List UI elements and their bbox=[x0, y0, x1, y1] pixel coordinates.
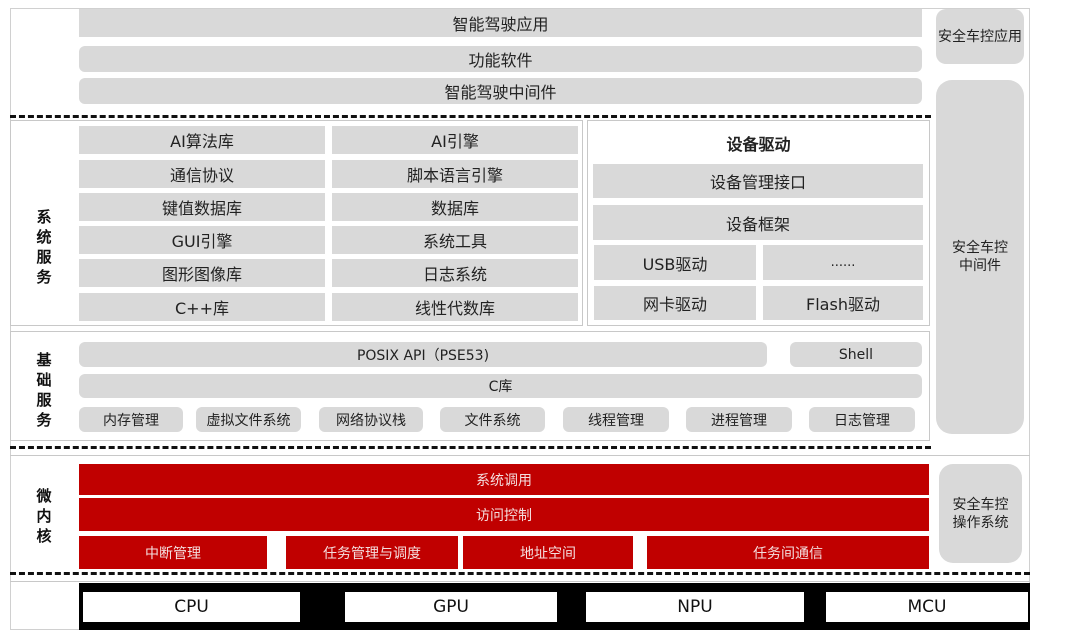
app-row-smart-driving-middleware: 智能驾驶中间件 bbox=[79, 78, 922, 104]
svc-gui-engine: GUI引擎 bbox=[79, 226, 325, 254]
module-log-mgmt: 日志管理 bbox=[809, 407, 915, 432]
device-driver-title: 设备驱动 bbox=[726, 135, 791, 154]
kernel-frame-top bbox=[10, 455, 1030, 456]
nic-driver: 网卡驱动 bbox=[594, 286, 756, 320]
kernel-task-scheduling: 任务管理与调度 bbox=[286, 536, 458, 569]
kernel-ipc: 任务间通信 bbox=[647, 536, 929, 569]
module-network-stack: 网络协议栈 bbox=[319, 407, 423, 432]
posix-api: POSIX API（PSE53) bbox=[79, 342, 767, 367]
svc-script-engine: 脚本语言引擎 bbox=[332, 160, 578, 188]
label: 智能驾驶应用 bbox=[452, 15, 549, 34]
more-drivers: ...... bbox=[763, 245, 923, 280]
safety-os-box: 安全车控 操作系统 bbox=[939, 464, 1022, 563]
label: 功能软件 bbox=[468, 51, 533, 70]
label: 安全车控应用 bbox=[938, 28, 1022, 45]
svc-database: 数据库 bbox=[332, 193, 578, 221]
app-row-smart-driving-app: 智能驾驶应用 bbox=[79, 9, 922, 37]
kernel-address-space: 地址空间 bbox=[463, 536, 633, 569]
svc-comm-protocol: 通信协议 bbox=[79, 160, 325, 188]
label-line-2: 中间件 bbox=[959, 258, 1001, 274]
svc-system-tools: 系统工具 bbox=[332, 226, 578, 254]
safety-app-box: 安全车控应用 bbox=[936, 9, 1024, 64]
module-process-mgmt: 进程管理 bbox=[686, 407, 792, 432]
module-vfs: 虚拟文件系统 bbox=[196, 407, 301, 432]
flash-driver: Flash驱动 bbox=[763, 286, 923, 320]
svc-log-system: 日志系统 bbox=[332, 259, 578, 287]
app-row-function-software: 功能软件 bbox=[79, 46, 922, 72]
hw-gpu: GPU bbox=[345, 592, 557, 622]
safety-middleware-box: 安全车控 中间件 bbox=[936, 80, 1024, 434]
module-file-system: 文件系统 bbox=[440, 407, 545, 432]
kernel-syscall: 系统调用 bbox=[79, 464, 929, 495]
label-line-1: 安全车控 bbox=[952, 240, 1008, 256]
system-services-label: 系 统 服 务 bbox=[36, 208, 52, 286]
svc-graphics-lib: 图形图像库 bbox=[79, 259, 325, 287]
hw-cpu: CPU bbox=[83, 592, 300, 622]
divider-basic-kernel bbox=[10, 446, 931, 449]
c-library: C库 bbox=[79, 374, 922, 398]
divider-app-system bbox=[10, 115, 931, 118]
divider-kernel-hardware bbox=[10, 572, 1030, 575]
svc-kv-database: 键值数据库 bbox=[79, 193, 325, 221]
svc-cpp-lib: C++库 bbox=[79, 293, 325, 321]
module-thread-mgmt: 线程管理 bbox=[563, 407, 669, 432]
basic-services-label: 基 础 服 务 bbox=[36, 351, 52, 429]
module-memory-mgmt: 内存管理 bbox=[79, 407, 183, 432]
label-line-1: 安全车控 bbox=[952, 496, 1009, 513]
svc-ai-engine: AI引擎 bbox=[332, 126, 578, 154]
kernel-access-control: 访问控制 bbox=[79, 498, 929, 531]
device-mgmt-interface: 设备管理接口 bbox=[593, 164, 923, 198]
microkernel-label: 微 内 核 bbox=[36, 487, 52, 545]
shell: Shell bbox=[790, 342, 922, 367]
usb-driver: USB驱动 bbox=[594, 245, 756, 280]
svc-ai-algorithm-lib: AI算法库 bbox=[79, 126, 325, 154]
device-framework: 设备框架 bbox=[593, 205, 923, 240]
label-line-2: 操作系统 bbox=[952, 514, 1009, 531]
label: 智能驾驶中间件 bbox=[444, 83, 557, 102]
hw-mcu: MCU bbox=[826, 592, 1028, 622]
hardware-frame-top bbox=[10, 581, 1030, 582]
kernel-interrupt-mgmt: 中断管理 bbox=[79, 536, 267, 569]
svc-linear-algebra-lib: 线性代数库 bbox=[332, 293, 578, 321]
hw-npu: NPU bbox=[586, 592, 804, 622]
